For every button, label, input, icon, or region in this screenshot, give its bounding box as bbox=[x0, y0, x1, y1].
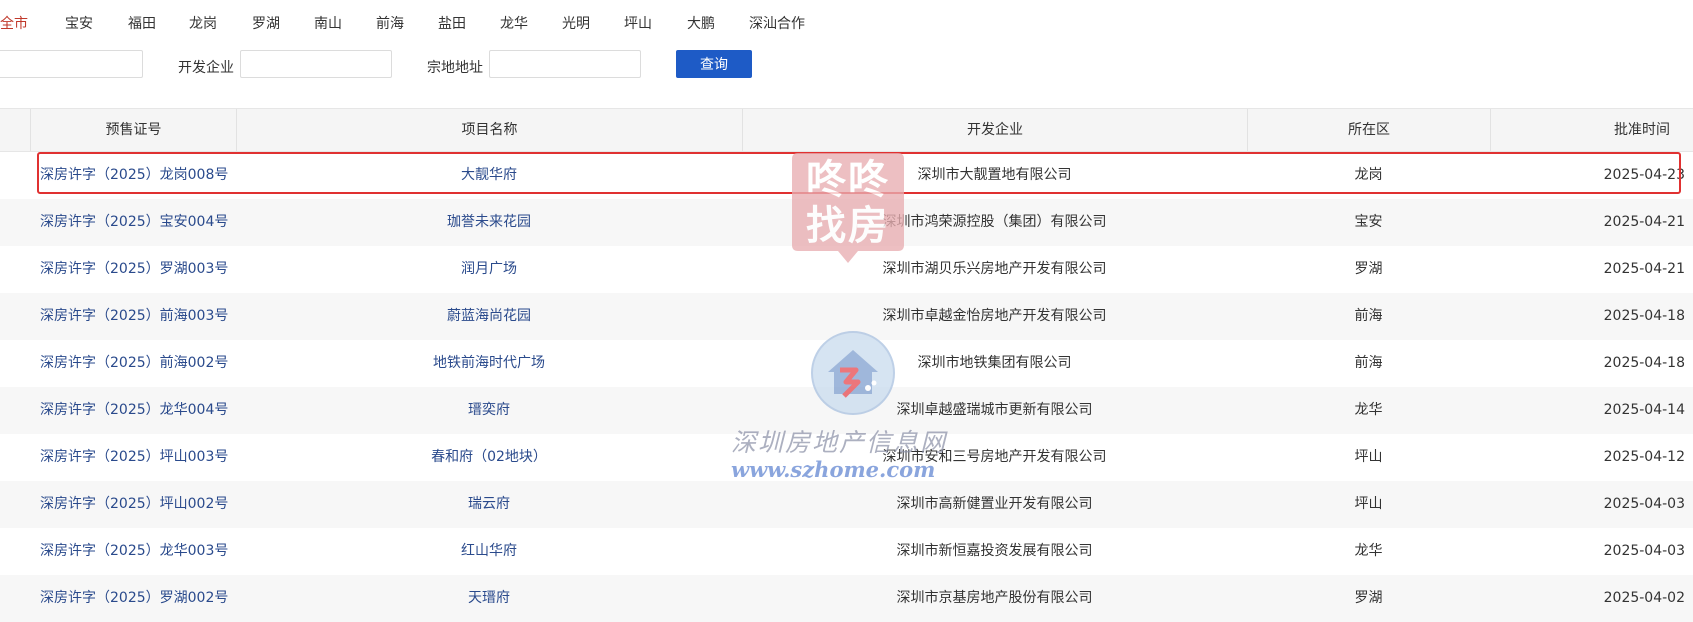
permit-cell[interactable]: 深房许字（2025）宝安004号 bbox=[40, 199, 230, 246]
project-name-cell[interactable]: 地铁前海时代广场 bbox=[236, 340, 742, 387]
table-row: 深房许字（2025）龙华004号 瑨奕府 深圳卓越盛瑞城市更新有限公司 龙华 2025-… bbox=[0, 387, 1693, 434]
district-cell: 前海 bbox=[1354, 355, 1383, 371]
table-row: 深房许字（2025）坪山003号 春和府（02地块） 深圳市安和三号房地产开发有限公… bbox=[0, 434, 1693, 481]
developer-cell: 深圳市湖贝乐兴房地产开发有限公司 bbox=[882, 261, 1107, 277]
permit-cell[interactable]: 深房许字（2025）罗湖002号 bbox=[40, 575, 230, 622]
project-name-cell[interactable]: 珈誉未来花园 bbox=[236, 199, 742, 246]
project-name-cell[interactable]: 春和府（02地块） bbox=[236, 434, 742, 481]
district-tab[interactable]: 前海 bbox=[376, 13, 404, 33]
project-name-cell[interactable]: 瑨奕府 bbox=[236, 387, 742, 434]
district-tab[interactable]: 盐田 bbox=[438, 13, 466, 33]
permit-cell[interactable]: 深房许字（2025）罗湖003号 bbox=[40, 246, 230, 293]
developer-cell: 深圳市卓越金怡房地产开发有限公司 bbox=[882, 308, 1107, 324]
district-cell: 罗湖 bbox=[1354, 590, 1383, 606]
developer-cell: 深圳市地铁集团有限公司 bbox=[917, 355, 1072, 371]
district-tab[interactable]: 龙岗 bbox=[189, 13, 217, 33]
address-label: 宗地地址 bbox=[427, 60, 483, 76]
table-header: 预售证号 项目名称 开发企业 所在区 批准时间 bbox=[0, 108, 1693, 152]
approval-date-cell: 2025-04-03 bbox=[1603, 496, 1685, 512]
presale-permit-table: 预售证号 项目名称 开发企业 所在区 批准时间 深房许字（2025）龙岗008号… bbox=[0, 108, 1693, 622]
district-tab[interactable]: 大鹏 bbox=[687, 13, 715, 33]
table-row: 深房许字（2025）宝安004号 珈誉未来花园 深圳市鸿荣源控股（集团）有限公司 宝安… bbox=[0, 199, 1693, 246]
approval-date-cell: 2025-04-02 bbox=[1603, 590, 1685, 606]
table-row: 深房许字（2025）龙岗008号 大靓华府 深圳市大靓置地有限公司 龙岗 2025-04… bbox=[0, 152, 1693, 199]
table-row: 深房许字（2025）前海002号 地铁前海时代广场 深圳市地铁集团有限公司 前海 202… bbox=[0, 340, 1693, 387]
table-row: 深房许字（2025）罗湖002号 天瑨府 深圳市京基房地产股份有限公司 罗湖 2025-… bbox=[0, 575, 1693, 622]
permit-cell[interactable]: 深房许字（2025）龙华003号 bbox=[40, 528, 230, 575]
approval-date-cell: 2025-04-21 bbox=[1603, 261, 1685, 277]
header-project-name: 项目名称 bbox=[236, 109, 742, 151]
developer-cell: 深圳市高新健置业开发有限公司 bbox=[896, 496, 1093, 512]
table-body: 深房许字（2025）龙岗008号 大靓华府 深圳市大靓置地有限公司 龙岗 2025-04… bbox=[0, 152, 1693, 622]
district-tab[interactable]: 福田 bbox=[128, 13, 156, 33]
permit-cell[interactable]: 深房许字（2025）坪山003号 bbox=[40, 434, 230, 481]
table-row: 深房许字（2025）坪山002号 瑞云府 深圳市高新健置业开发有限公司 坪山 2025-… bbox=[0, 481, 1693, 528]
header-approval-date: 批准时间 bbox=[1490, 109, 1693, 151]
header-district: 所在区 bbox=[1247, 109, 1490, 151]
query-button[interactable]: 查询 bbox=[676, 50, 752, 78]
permit-cell[interactable]: 深房许字（2025）龙岗008号 bbox=[40, 152, 230, 199]
project-name-cell[interactable]: 大靓华府 bbox=[236, 152, 742, 199]
district-cell: 坪山 bbox=[1354, 449, 1383, 465]
developer-cell: 深圳市鸿荣源控股（集团）有限公司 bbox=[882, 214, 1107, 230]
district-tab[interactable]: 深汕合作 bbox=[749, 13, 805, 33]
developer-cell: 深圳市安和三号房地产开发有限公司 bbox=[882, 449, 1107, 465]
address-search-input[interactable] bbox=[489, 50, 641, 78]
permit-cell[interactable]: 深房许字（2025）前海002号 bbox=[40, 340, 230, 387]
district-tab[interactable]: 宝安 bbox=[65, 13, 93, 33]
table-row: 深房许字（2025）罗湖003号 润月广场 深圳市湖贝乐兴房地产开发有限公司 罗湖 20… bbox=[0, 246, 1693, 293]
developer-cell: 深圳市大靓置地有限公司 bbox=[917, 167, 1072, 183]
project-name-cell[interactable]: 蔚蓝海尚花园 bbox=[236, 293, 742, 340]
permit-cell[interactable]: 深房许字（2025）坪山002号 bbox=[40, 481, 230, 528]
project-name-cell[interactable]: 瑞云府 bbox=[236, 481, 742, 528]
header-developer: 开发企业 bbox=[742, 109, 1247, 151]
district-cell: 坪山 bbox=[1354, 496, 1383, 512]
header-permit: 预售证号 bbox=[30, 109, 236, 151]
approval-date-cell: 2025-04-12 bbox=[1603, 449, 1685, 465]
district-tab[interactable]: 全市 bbox=[0, 13, 28, 33]
table-row: 深房许字（2025）龙华003号 红山华府 深圳市新恒嘉投资发展有限公司 龙华 2025… bbox=[0, 528, 1693, 575]
developer-cell: 深圳市新恒嘉投资发展有限公司 bbox=[896, 543, 1093, 559]
permit-cell[interactable]: 深房许字（2025）龙华004号 bbox=[40, 387, 230, 434]
district-tab[interactable]: 罗湖 bbox=[252, 13, 280, 33]
permit-cell[interactable]: 深房许字（2025）前海003号 bbox=[40, 293, 230, 340]
district-tab[interactable]: 光明 bbox=[562, 13, 590, 33]
district-cell: 龙华 bbox=[1354, 543, 1383, 559]
approval-date-cell: 2025-04-18 bbox=[1603, 308, 1685, 324]
project-name-cell[interactable]: 红山华府 bbox=[236, 528, 742, 575]
approval-date-cell: 2025-04-14 bbox=[1603, 402, 1685, 418]
project-name-cell[interactable]: 天瑨府 bbox=[236, 575, 742, 622]
approval-date-cell: 2025-04-21 bbox=[1603, 214, 1685, 230]
district-tab[interactable]: 龙华 bbox=[500, 13, 528, 33]
table-row: 深房许字（2025）前海003号 蔚蓝海尚花园 深圳市卓越金怡房地产开发有限公司 前海… bbox=[0, 293, 1693, 340]
district-cell: 罗湖 bbox=[1354, 261, 1383, 277]
district-tab[interactable]: 南山 bbox=[314, 13, 342, 33]
header-spacer bbox=[0, 109, 30, 151]
developer-cell: 深圳卓越盛瑞城市更新有限公司 bbox=[896, 402, 1093, 418]
approval-date-cell: 2025-04-03 bbox=[1603, 543, 1685, 559]
developer-label: 开发企业 bbox=[178, 60, 234, 76]
permit-search-input[interactable] bbox=[0, 50, 143, 78]
project-name-cell[interactable]: 润月广场 bbox=[236, 246, 742, 293]
developer-cell: 深圳市京基房地产股份有限公司 bbox=[896, 590, 1093, 606]
district-cell: 宝安 bbox=[1354, 214, 1383, 230]
developer-search-input[interactable] bbox=[240, 50, 392, 78]
district-cell: 龙岗 bbox=[1354, 167, 1383, 183]
search-bar: 开发企业 宗地地址 查询 bbox=[0, 50, 800, 80]
district-cell: 前海 bbox=[1354, 308, 1383, 324]
district-cell: 龙华 bbox=[1354, 402, 1383, 418]
approval-date-cell: 2025-04-23 bbox=[1603, 167, 1685, 183]
district-tab[interactable]: 坪山 bbox=[624, 13, 652, 33]
approval-date-cell: 2025-04-18 bbox=[1603, 355, 1685, 371]
